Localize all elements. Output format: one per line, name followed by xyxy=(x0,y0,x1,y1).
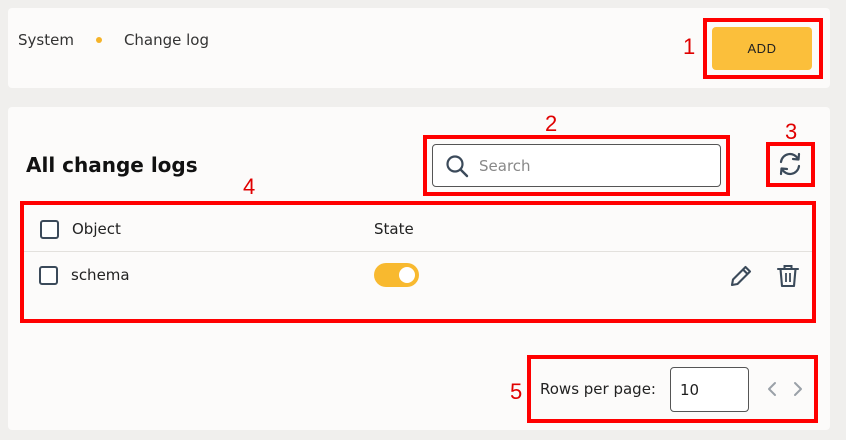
annotation-label-1: 1 xyxy=(683,34,696,59)
annotation-box-4 xyxy=(20,201,816,323)
breadcrumb-separator-icon xyxy=(95,37,102,43)
annotation-label-3: 3 xyxy=(785,119,798,144)
annotation-box-1 xyxy=(703,18,823,79)
annotation-label-2: 2 xyxy=(545,111,558,136)
breadcrumb-item-system[interactable]: System xyxy=(18,31,74,49)
annotation-box-3 xyxy=(766,142,815,187)
annotation-label-5: 5 xyxy=(510,379,523,404)
annotation-label-4: 4 xyxy=(243,174,256,199)
page-title: All change logs xyxy=(26,153,198,177)
breadcrumb-item-change-log: Change log xyxy=(123,31,210,49)
breadcrumb: System Change log xyxy=(18,30,209,50)
annotation-box-5 xyxy=(527,355,818,423)
annotation-box-2 xyxy=(423,135,730,196)
